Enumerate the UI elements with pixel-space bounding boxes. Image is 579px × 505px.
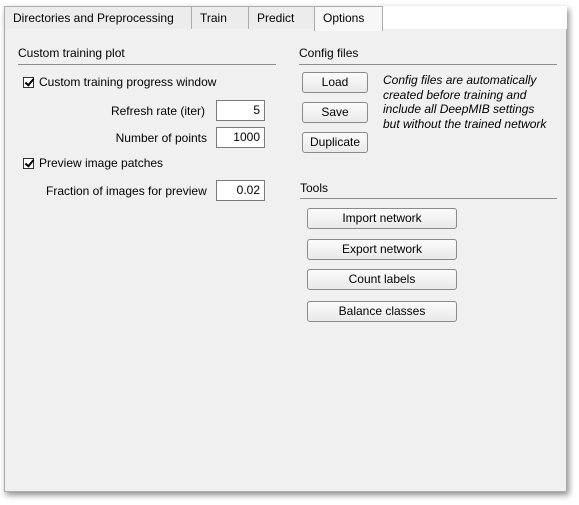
options-panel: Custom training plot Custom training pro… (4, 29, 567, 492)
tools-title: Tools (300, 181, 329, 195)
num-points-input[interactable]: 1000 (216, 127, 265, 148)
config-note-line: Config files are automatically (383, 73, 537, 87)
custom-plot-divider (18, 64, 276, 65)
tab-bar: Directories and Preprocessing Train Pred… (4, 6, 567, 31)
config-files-note: Config files are automatically created b… (383, 73, 546, 131)
fraction-preview-label: Fraction of images for preview (46, 184, 207, 198)
config-note-line: created before training and (383, 87, 527, 102)
tab-directories-preprocessing[interactable]: Directories and Preprocessing (4, 6, 192, 30)
config-note-line: but without the trained network (383, 116, 547, 131)
preview-patches-label: Preview image patches (39, 156, 164, 170)
refresh-rate-input[interactable]: 5 (216, 100, 265, 121)
config-files-title: Config files (299, 46, 359, 60)
save-config-button[interactable]: Save (302, 102, 368, 123)
progress-window-checkbox[interactable] (23, 76, 34, 88)
progress-window-label: Custom training progress window (39, 75, 217, 89)
tab-predict[interactable]: Predict (248, 6, 315, 30)
load-config-button[interactable]: Load (302, 72, 368, 93)
preview-patches-checkbox-row[interactable]: Preview image patches (23, 156, 163, 170)
refresh-rate-label: Refresh rate (iter) (110, 104, 205, 118)
config-files-divider (299, 64, 557, 65)
balance-classes-button[interactable]: Balance classes (307, 301, 457, 322)
progress-window-checkbox-row[interactable]: Custom training progress window (23, 75, 216, 89)
export-network-button[interactable]: Export network (307, 239, 457, 260)
import-network-button[interactable]: Import network (307, 208, 457, 229)
tools-divider (300, 198, 557, 199)
custom-plot-title: Custom training plot (18, 46, 125, 60)
fraction-preview-input[interactable]: 0.02 (216, 180, 265, 201)
tab-train[interactable]: Train (191, 6, 249, 30)
count-labels-button[interactable]: Count labels (307, 269, 457, 290)
duplicate-config-button[interactable]: Duplicate (302, 132, 368, 153)
preview-patches-checkbox[interactable] (23, 157, 34, 169)
config-note-line: include all DeepMIB settings (383, 102, 535, 116)
num-points-label: Number of points (115, 131, 207, 145)
tab-options[interactable]: Options (314, 6, 383, 31)
